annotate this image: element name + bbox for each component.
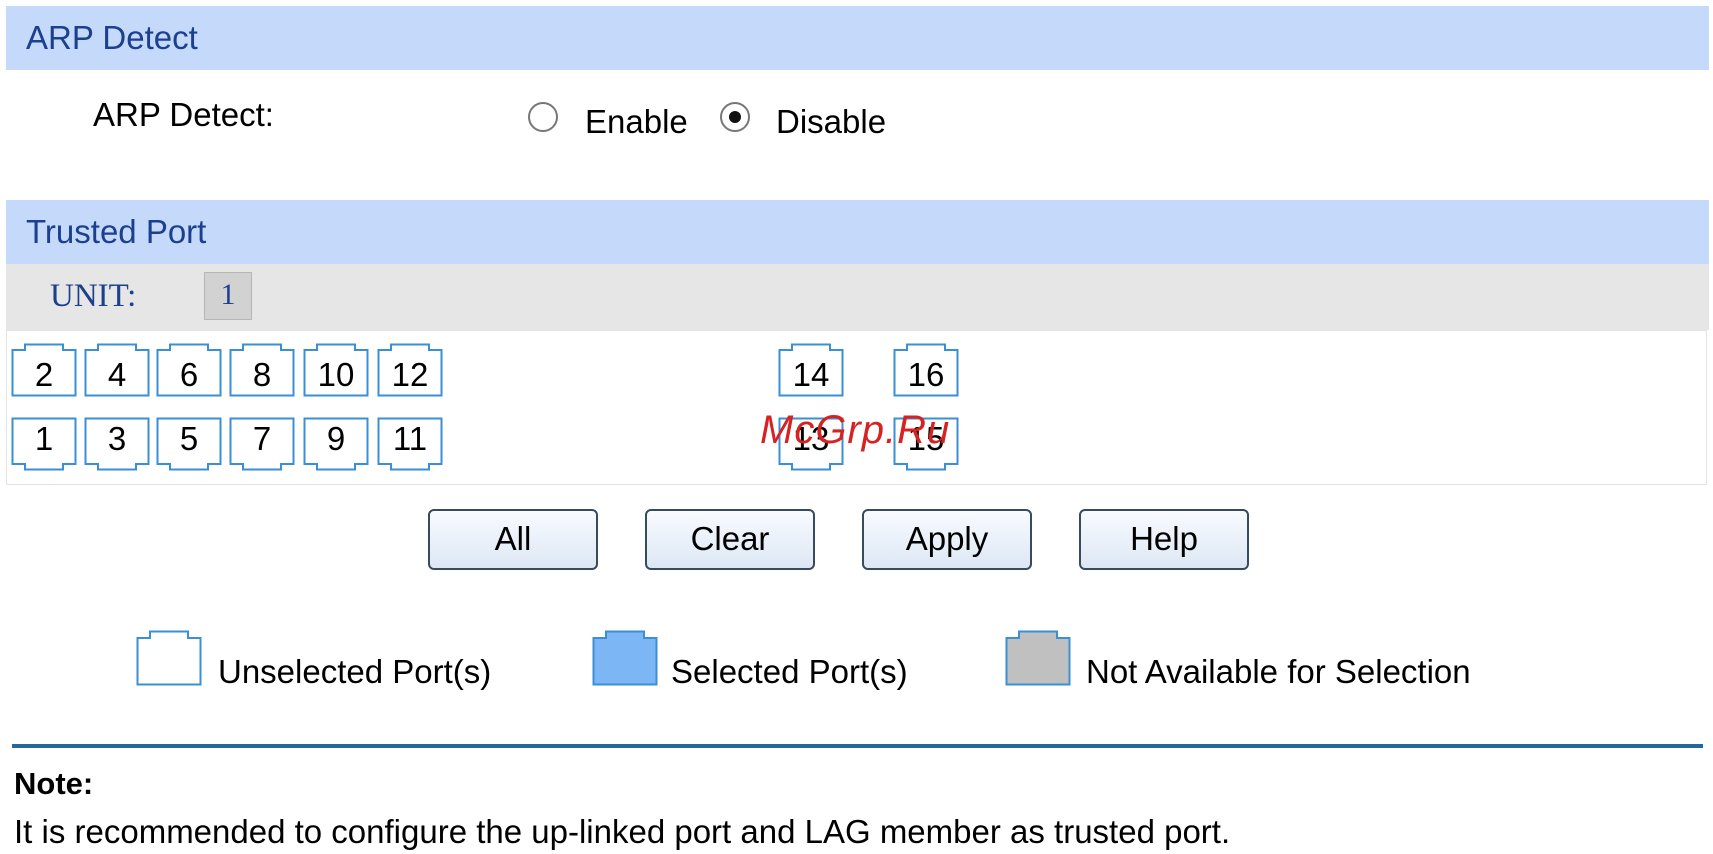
port-number: 4 [107, 356, 127, 393]
unit-1-button[interactable]: 1 [204, 272, 252, 320]
note-title: Note: [14, 766, 94, 801]
port-13[interactable]: 13 [778, 417, 844, 471]
port-4[interactable]: 4 [84, 343, 150, 397]
disable-radio[interactable] [720, 102, 750, 132]
unit-row: UNIT: 1 [6, 264, 1709, 330]
port-12[interactable]: 12 [377, 343, 443, 397]
port-number: 16 [907, 356, 945, 393]
port-number: 2 [34, 356, 54, 393]
port-number: 13 [792, 420, 830, 457]
port-10[interactable]: 10 [303, 343, 369, 397]
port-number: 14 [792, 356, 830, 393]
port-number: 15 [907, 420, 945, 457]
port-number: 10 [317, 356, 355, 393]
port-number: 6 [179, 356, 199, 393]
legend-selected-label: Selected Port(s) [671, 653, 908, 690]
port-number: 7 [252, 420, 272, 457]
port-number: 3 [107, 420, 127, 457]
port-11[interactable]: 11 [377, 417, 443, 471]
arp-detect-label: ARP Detect: [93, 96, 274, 133]
enable-radio[interactable] [528, 102, 558, 132]
port-number: 12 [391, 356, 429, 393]
not-available-port-icon [1005, 630, 1071, 686]
clear-button[interactable]: Clear [645, 509, 815, 570]
legend-unselected-label: Unselected Port(s) [218, 653, 492, 690]
port-6[interactable]: 6 [156, 343, 222, 397]
port-2[interactable]: 2 [11, 343, 77, 397]
help-button[interactable]: Help [1079, 509, 1249, 570]
enable-label[interactable]: Enable [585, 103, 688, 141]
port-panel: 2 4 6 8 10 12 14 16 1 3 5 7 9 11 13 15 [6, 330, 1707, 485]
port-number: 9 [326, 420, 346, 457]
port-8[interactable]: 8 [229, 343, 295, 397]
port-7[interactable]: 7 [229, 417, 295, 471]
port-number: 1 [34, 420, 54, 457]
unselected-port-icon [136, 630, 202, 686]
note-text: It is recommended to configure the up-li… [14, 813, 1231, 850]
port-16[interactable]: 16 [893, 343, 959, 397]
unit-label: UNIT: [50, 278, 137, 314]
note-divider [12, 744, 1703, 748]
disable-label[interactable]: Disable [776, 103, 886, 141]
port-number: 11 [392, 420, 428, 457]
port-number: 8 [252, 356, 272, 393]
port-3[interactable]: 3 [84, 417, 150, 471]
port-15[interactable]: 15 [893, 417, 959, 471]
port-9[interactable]: 9 [303, 417, 369, 471]
legend-not-available-label: Not Available for Selection [1086, 653, 1471, 690]
port-5[interactable]: 5 [156, 417, 222, 471]
port-1[interactable]: 1 [11, 417, 77, 471]
apply-button[interactable]: Apply [862, 509, 1032, 570]
port-number: 5 [179, 420, 199, 457]
arp-detect-header: ARP Detect [6, 6, 1709, 70]
port-14[interactable]: 14 [778, 343, 844, 397]
trusted-port-header: Trusted Port [6, 200, 1709, 264]
all-button[interactable]: All [428, 509, 598, 570]
selected-port-icon [592, 630, 658, 686]
